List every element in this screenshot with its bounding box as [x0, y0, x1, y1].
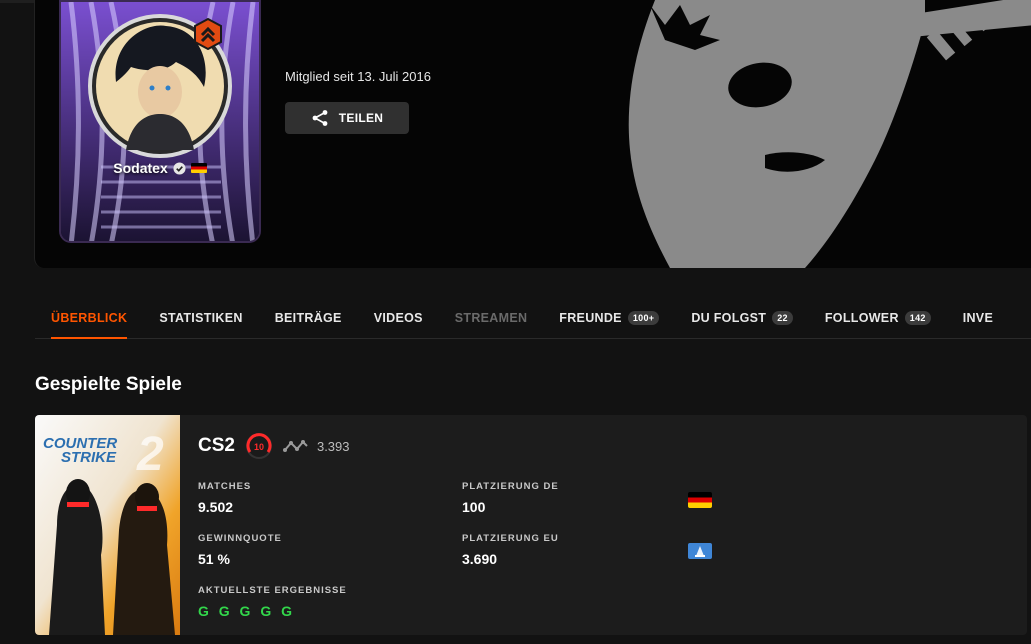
cover-number: 2: [137, 428, 164, 481]
tab-count-badge: 100+: [627, 311, 660, 325]
username-row: Sodatex: [61, 160, 259, 176]
game-title[interactable]: CS2: [198, 435, 235, 457]
game-cover[interactable]: COUNTER STRIKE 2: [35, 415, 180, 635]
tab-following[interactable]: DU FOLGST 22: [675, 298, 809, 338]
profile-tabs: ÜBERBLICK STATISTIKEN BEITRÄGE VIDEOS ST…: [35, 298, 1031, 339]
section-title: Gespielte Spiele: [35, 374, 182, 395]
stat-rank-eu: PLATZIERUNG EU 3.690: [462, 533, 559, 567]
member-since: Mitglied seit 13. Juli 2016: [285, 69, 431, 84]
username[interactable]: Sodatex: [113, 160, 167, 176]
elo-value: 3.393: [316, 438, 350, 454]
stat-winrate: GEWINNQUOTE 51 %: [198, 533, 282, 567]
tab-friends[interactable]: FREUNDE 100+: [543, 298, 675, 338]
tab-count-badge: 142: [904, 311, 931, 325]
tab-followers[interactable]: FOLLOWER 142: [809, 298, 947, 338]
eu-icon: [688, 543, 712, 559]
share-button[interactable]: TEILEN: [285, 102, 409, 134]
recent-results: G G G G G: [198, 603, 296, 619]
game-title-row: CS2 10 3.393: [198, 432, 350, 460]
tab-streaming: STREAMEN: [454, 311, 528, 325]
level-value: 10: [254, 442, 264, 452]
share-label: TEILEN: [338, 111, 384, 125]
tab-videos[interactable]: VIDEOS: [358, 298, 439, 338]
cover-title: COUNTER STRIKE: [43, 435, 118, 466]
elo-trend-icon: [282, 440, 308, 452]
tab-statistics[interactable]: STATISTIKEN: [143, 298, 258, 338]
chevron-up-badge-icon: [194, 18, 222, 50]
stat-matches: MATCHES 9.502: [198, 481, 252, 515]
game-card[interactable]: COUNTER STRIKE 2 CS2 10 3.393 MATCHES 9.…: [35, 415, 1027, 635]
tab-count-badge: 22: [772, 311, 793, 325]
tab-posts[interactable]: BEITRÄGE: [259, 298, 358, 338]
stat-recent-results: AKTUELLSTE ERGEBNISSE G G G G G: [198, 585, 347, 619]
profile-card: Sodatex: [59, 0, 261, 243]
stat-rank-de: PLATZIERUNG DE 100: [462, 481, 559, 515]
verified-icon: [173, 161, 186, 175]
tab-inventory[interactable]: INVE: [947, 298, 1009, 338]
hero-mask-illustration: [628, 0, 1031, 268]
tab-overview[interactable]: ÜBERBLICK: [35, 298, 143, 339]
level-10-icon: 10: [245, 433, 272, 459]
flag-de-icon: [688, 492, 712, 508]
flag-de-icon: [190, 163, 207, 173]
share-icon: [312, 110, 328, 126]
